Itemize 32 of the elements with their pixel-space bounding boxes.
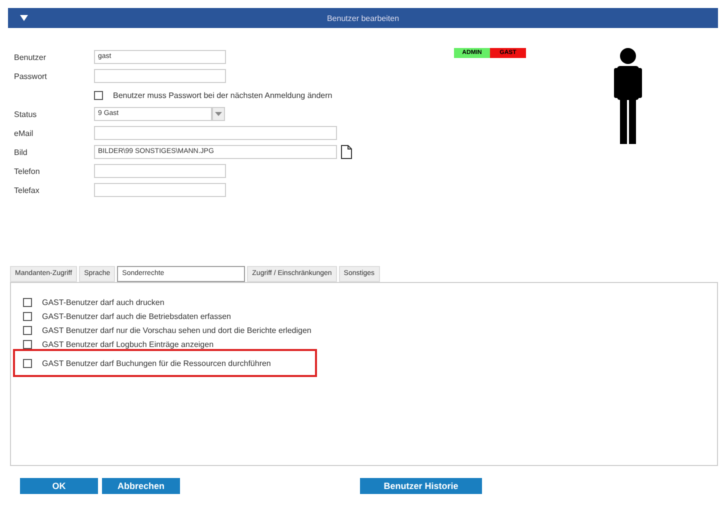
input-field[interactable] bbox=[94, 126, 337, 140]
checkbox[interactable] bbox=[23, 312, 32, 320]
input-field[interactable] bbox=[94, 164, 226, 178]
checkbox-label: GAST Benutzer darf nur die Vorschau sehen und dort die Berichte erledigen bbox=[42, 326, 312, 334]
field-label: Telefax bbox=[14, 186, 40, 194]
dropdown-button[interactable] bbox=[212, 107, 225, 121]
action-button[interactable]: OK bbox=[20, 478, 98, 494]
checkbox[interactable] bbox=[94, 90, 103, 100]
checkbox-label: GAST Benutzer darf Logbuch Einträge anzeigen bbox=[42, 340, 214, 348]
field-label: Benutzer bbox=[14, 52, 48, 62]
input-field[interactable] bbox=[94, 183, 226, 197]
checkbox[interactable] bbox=[23, 298, 32, 306]
checkbox[interactable] bbox=[23, 326, 32, 334]
action-button[interactable]: Abbrechen bbox=[102, 478, 180, 494]
window-title: Benutzer bearbeiten bbox=[326, 14, 400, 22]
checkbox-label: GAST-Benutzer darf auch die Betriebsdaten erfassen bbox=[42, 312, 231, 320]
action-button[interactable]: Benutzer Historie bbox=[360, 478, 482, 494]
checkbox[interactable] bbox=[23, 340, 32, 348]
input-field[interactable] bbox=[94, 69, 226, 83]
field-label: Telefon bbox=[14, 166, 41, 176]
collapse-icon[interactable] bbox=[20, 15, 28, 21]
field-label: eMail bbox=[14, 128, 34, 138]
field-label: Status bbox=[14, 110, 38, 118]
caret-icon bbox=[215, 112, 222, 116]
checkbox-label: GAST-Benutzer darf auch drucken bbox=[42, 298, 164, 306]
document-icon[interactable] bbox=[341, 145, 352, 159]
checkbox-label: GAST Benutzer darf Buchungen für die Ressourcen durchführen bbox=[42, 358, 271, 368]
field-label: Passwort bbox=[14, 72, 48, 80]
checkbox-label: Benutzer muss Passwort bei der nächsten Anmeldung ändern bbox=[113, 90, 332, 100]
checkbox[interactable] bbox=[23, 358, 32, 368]
person-silhouette-icon bbox=[614, 48, 642, 144]
field-label: Bild bbox=[14, 148, 28, 156]
